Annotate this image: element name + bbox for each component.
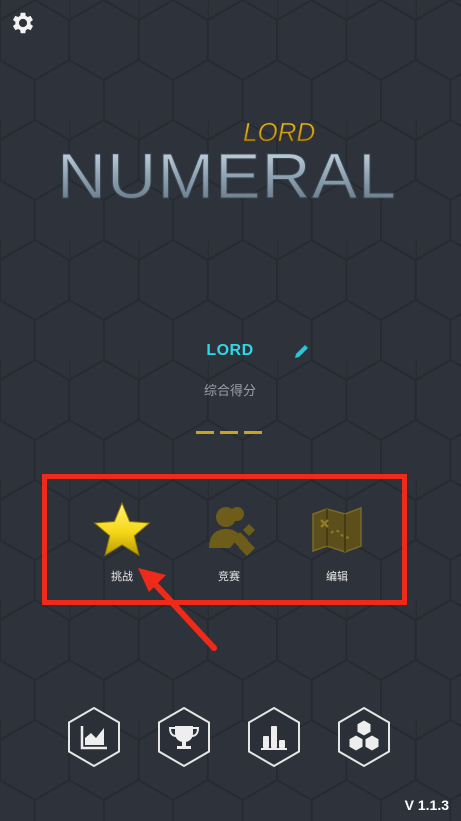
players-icon: [209, 507, 255, 556]
mode-challenge-label: 挑战: [111, 570, 133, 583]
score-value-placeholder: — — —: [196, 431, 262, 434]
game-logo: LORD NUMERAL: [57, 117, 397, 210]
stats-button[interactable]: [66, 706, 122, 768]
achievements-button[interactable]: [156, 706, 212, 768]
mode-challenge-button[interactable]: 挑战: [82, 500, 162, 584]
settings-gear-icon[interactable]: [9, 9, 37, 37]
leaderboard-button[interactable]: [246, 706, 302, 768]
star-icon: [93, 501, 151, 557]
mode-competition-label: 竞赛: [218, 570, 240, 583]
edit-name-pencil-icon[interactable]: [292, 343, 312, 361]
logo-big-text: NUMERAL: [57, 140, 397, 210]
mode-editor-label: 编辑: [326, 570, 348, 583]
mode-competition-button[interactable]: 竞赛: [189, 500, 269, 584]
version-label: V 1.1.3: [404, 797, 449, 813]
map-icon: [312, 506, 362, 553]
mode-editor-button[interactable]: 编辑: [297, 500, 377, 584]
score-label: 综合得分: [203, 384, 256, 399]
more-games-button[interactable]: [336, 706, 392, 768]
username-label: LORD: [206, 342, 254, 359]
